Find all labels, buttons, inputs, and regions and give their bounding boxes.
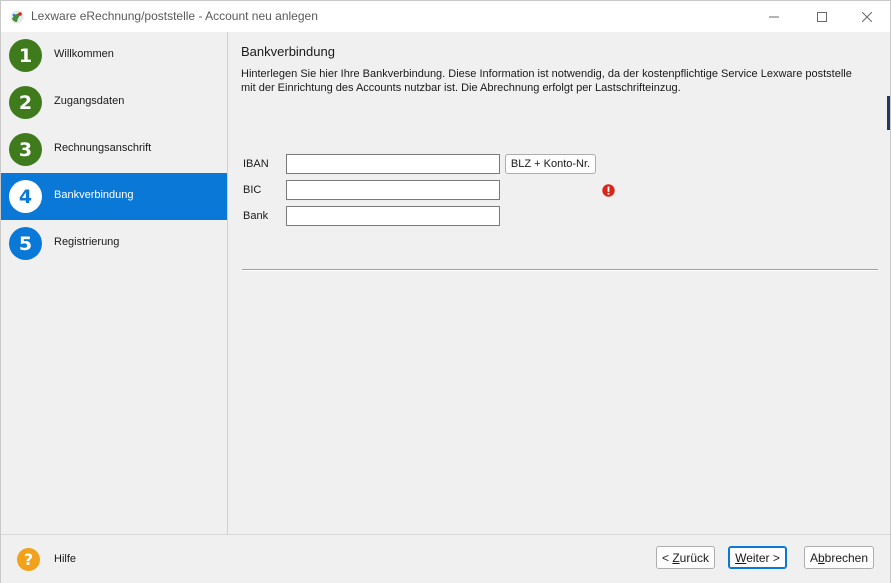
step-label: Willkommen [54, 48, 114, 60]
cancel-prefix: A [809, 550, 818, 565]
step-label: Bankverbindung [54, 189, 134, 201]
next-mnemonic: W [735, 550, 747, 565]
cancel-button[interactable]: Abbrechen [804, 546, 874, 569]
blz-konto-button[interactable]: BLZ + Konto-Nr. [505, 154, 596, 174]
step-registrierung[interactable]: 5 Registrierung [1, 220, 227, 267]
next-label-rest: eiter > [746, 550, 780, 565]
next-button[interactable]: Weiter > [728, 546, 787, 569]
wizard-window: Lexware eRechnung/poststelle - Account n… [0, 0, 891, 583]
step-number-badge: 5 [9, 227, 42, 260]
error-exclamation-icon [602, 184, 615, 197]
wizard-steps-sidebar: 1 Willkommen 2 Zugangsdaten 3 Rechnungsa… [1, 32, 228, 535]
cancel-mnemonic: b [817, 550, 825, 565]
section-divider [242, 269, 878, 271]
bic-label: BIC [243, 184, 262, 196]
minimize-button[interactable] [751, 1, 797, 32]
bank-label: Bank [243, 210, 269, 222]
maximize-icon [817, 11, 827, 22]
step-willkommen[interactable]: 1 Willkommen [1, 32, 227, 79]
step-number-badge: 1 [9, 39, 42, 72]
bank-input[interactable] [286, 206, 500, 226]
back-mnemonic: Z [672, 550, 680, 565]
iban-input[interactable] [286, 154, 500, 174]
back-prefix: < [661, 550, 673, 565]
step-label: Zugangsdaten [54, 95, 125, 107]
step-label: Rechnungsanschrift [54, 142, 152, 154]
back-button[interactable]: < Zurück [656, 546, 715, 569]
step-number-badge: 4 [9, 180, 42, 213]
help-label[interactable]: Hilfe [54, 553, 76, 565]
title-bar[interactable]: Lexware eRechnung/poststelle - Account n… [1, 1, 890, 32]
maximize-button[interactable] [799, 1, 845, 32]
close-icon [862, 11, 872, 22]
step-zugangsdaten[interactable]: 2 Zugangsdaten [1, 79, 227, 126]
minimize-icon [769, 16, 779, 17]
help-icon[interactable]: ? [17, 548, 40, 571]
main-panel: Bankverbindung Hinterlegen Sie hier Ihre… [228, 32, 890, 535]
step-label: Registrierung [54, 236, 120, 248]
page-description: Hinterlegen Sie hier Ihre Bankverbindung… [241, 68, 852, 94]
window-title: Lexware eRechnung/poststelle - Account n… [31, 9, 318, 23]
step-number-badge: 3 [9, 133, 42, 166]
iban-label: IBAN [243, 158, 269, 170]
cancel-label-rest: brechen [824, 550, 869, 565]
bic-input[interactable] [286, 180, 500, 200]
background-window-edge [887, 96, 890, 130]
step-rechnungsanschrift[interactable]: 3 Rechnungsanschrift [1, 126, 227, 173]
back-label-rest: urück [679, 550, 710, 565]
page-title: Bankverbindung [241, 44, 335, 59]
step-bankverbindung[interactable]: 4 Bankverbindung [1, 173, 227, 220]
step-number-badge: 2 [9, 86, 42, 119]
lexware-logo-icon [10, 10, 24, 24]
wizard-footer: ? Hilfe < Zurück Weiter > Abbrechen [1, 534, 890, 583]
close-button[interactable] [844, 1, 890, 32]
